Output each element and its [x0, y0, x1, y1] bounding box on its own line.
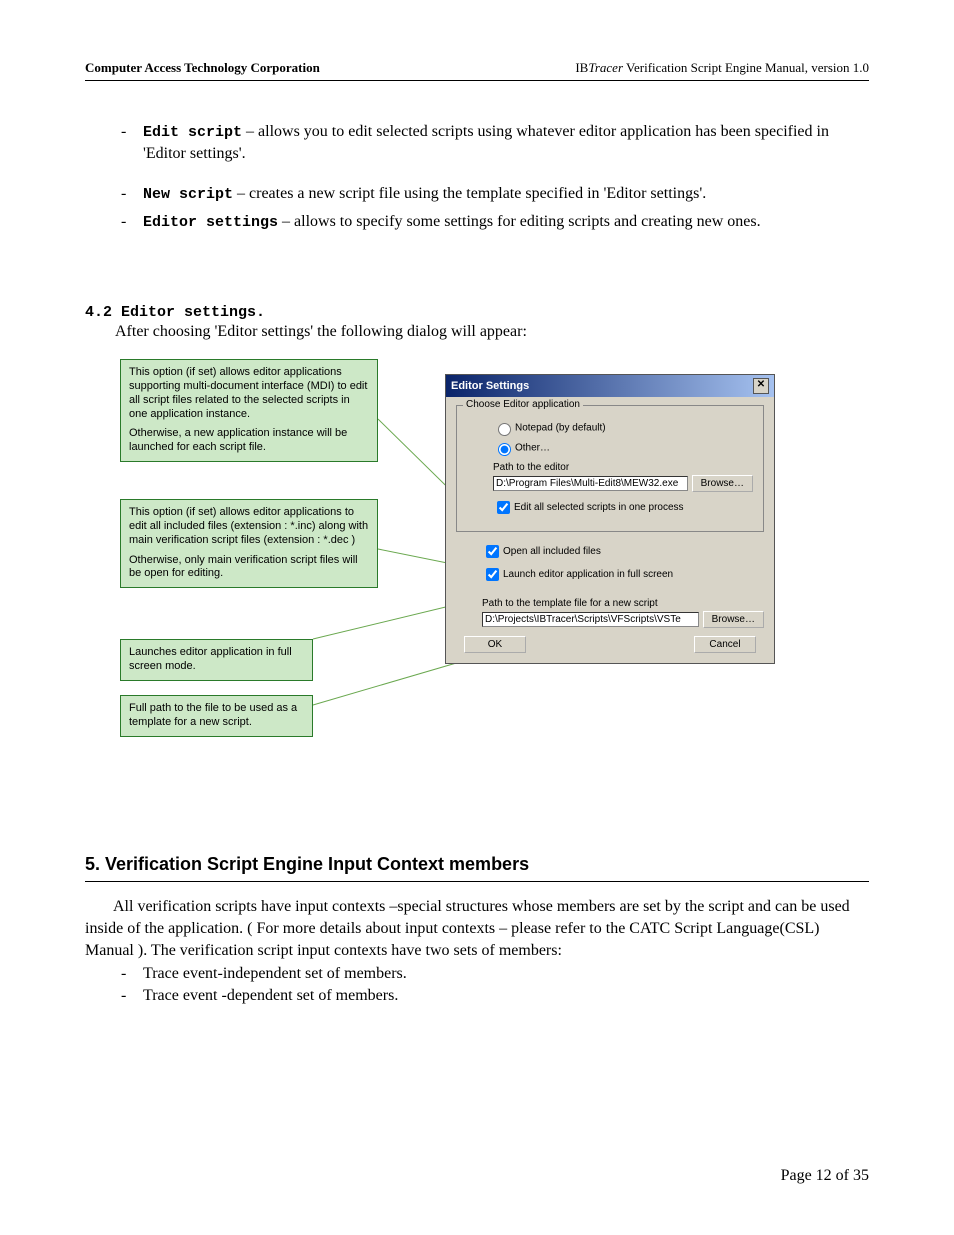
callout-fullscreen: Launches editor application in full scre… — [120, 639, 313, 681]
section-5-para: All verification scripts have input cont… — [85, 896, 869, 961]
path-to-editor-label: Path to the editor — [493, 462, 753, 473]
radio-notepad-row[interactable]: Notepad (by default) — [493, 420, 753, 436]
radio-notepad[interactable] — [498, 423, 511, 436]
dialog-titlebar[interactable]: Editor Settings ✕ — [446, 375, 774, 397]
header-right: IBTracer Verification Script Engine Manu… — [575, 60, 869, 76]
bullet-edit: Edit script – allows you to edit selecte… — [115, 121, 869, 165]
bullet-editor-settings: Editor settings – allows to specify some… — [115, 211, 869, 233]
section-5-title: 5. Verification Script Engine Input Cont… — [85, 854, 869, 875]
ok-button[interactable]: OK — [464, 636, 526, 653]
cancel-button[interactable]: Cancel — [694, 636, 756, 653]
top-bullet-list: Edit script – allows you to edit selecte… — [115, 121, 869, 233]
radio-other[interactable] — [498, 443, 511, 456]
bullet-new: New script – creates a new script file u… — [115, 183, 869, 205]
editor-path-input[interactable] — [493, 476, 688, 491]
chk-fullscreen[interactable] — [486, 568, 499, 581]
bullet-independent: Trace event-independent set of members. — [115, 963, 869, 985]
section-4-2-para: After choosing 'Editor settings' the fol… — [115, 323, 869, 341]
chk-one-process-row[interactable]: Edit all selected scripts in one process — [493, 498, 753, 517]
page-footer: Page 12 of 35 — [781, 1167, 869, 1185]
chk-fullscreen-row[interactable]: Launch editor application in full screen — [482, 565, 764, 584]
choose-editor-groupbox: Choose Editor application Notepad (by de… — [456, 405, 764, 532]
callout-included-files: This option (if set) allows editor appli… — [120, 499, 378, 588]
bullet-dependent: Trace event -dependent set of members. — [115, 985, 869, 1007]
dialog-title: Editor Settings — [451, 380, 529, 392]
chk-one-process[interactable] — [497, 501, 510, 514]
header-left: Computer Access Technology Corporation — [85, 60, 320, 76]
radio-other-row[interactable]: Other… — [493, 440, 753, 456]
callout-mdi: This option (if set) allows editor appli… — [120, 359, 378, 462]
browse-editor-button[interactable]: Browse… — [692, 475, 753, 492]
groupbox-label: Choose Editor application — [463, 399, 583, 410]
template-path-input[interactable] — [482, 612, 699, 627]
header-divider — [85, 80, 869, 81]
section-5-divider — [85, 881, 869, 882]
editor-settings-dialog: Editor Settings ✕ Choose Editor applicat… — [445, 374, 775, 664]
browse-template-button[interactable]: Browse… — [703, 611, 764, 628]
chk-open-included[interactable] — [486, 545, 499, 558]
callout-template-path: Full path to the file to be used as a te… — [120, 695, 313, 737]
section-5-bullets: Trace event-independent set of members. … — [115, 963, 869, 1006]
close-icon[interactable]: ✕ — [753, 378, 769, 394]
chk-open-included-row[interactable]: Open all included files — [482, 542, 764, 561]
editor-settings-figure: This option (if set) allows editor appli… — [85, 359, 869, 759]
template-path-label: Path to the template file for a new scri… — [482, 598, 764, 609]
section-4-2-heading: 4.2 Editor settings. — [85, 303, 869, 321]
